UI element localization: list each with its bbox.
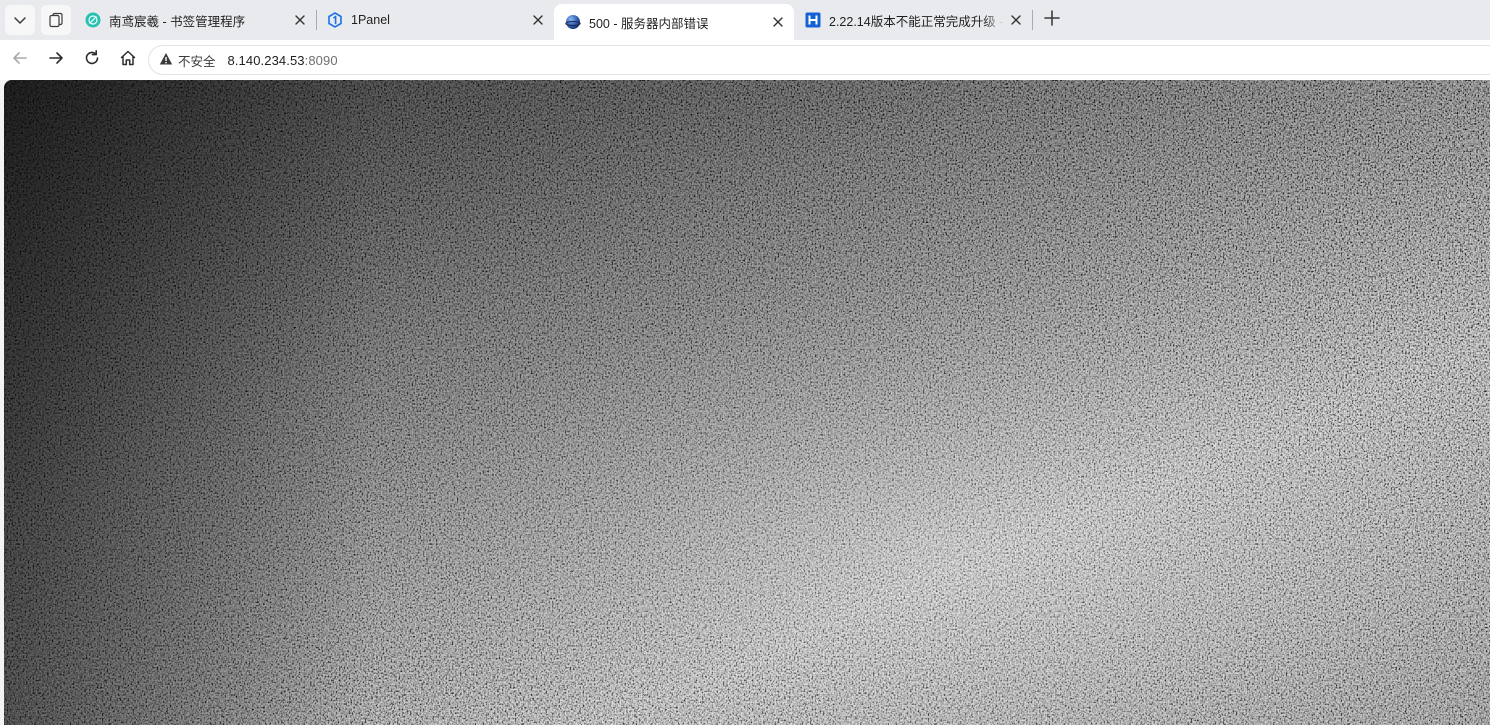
home-button[interactable]: [114, 46, 142, 74]
security-label: 不安全: [178, 54, 216, 69]
tab-1panel[interactable]: 1Panel: [316, 4, 554, 36]
plus-icon: [1043, 9, 1061, 32]
back-button[interactable]: [6, 46, 34, 74]
chevron-down-icon: [12, 12, 28, 28]
security-indicator[interactable]: 不安全: [159, 49, 216, 71]
tab-title: 500 - 服务器内部错误: [589, 16, 709, 31]
url-text[interactable]: 8.140.234.53:8090: [228, 53, 338, 68]
tab-server-error[interactable]: 500 - 服务器内部错误: [554, 4, 794, 40]
workspaces-button[interactable]: [41, 5, 71, 35]
tab-separator: [1032, 10, 1033, 30]
tab-halo-upgrade[interactable]: 2.22.14版本不能正常完成升级 - Halo: [794, 4, 1032, 36]
url-port: :8090: [304, 52, 338, 68]
warning-icon: [159, 52, 178, 69]
noise-background: [4, 80, 1490, 725]
new-tab-button[interactable]: [1038, 6, 1066, 34]
forward-button[interactable]: [42, 46, 70, 74]
page-content: [0, 80, 1490, 725]
teal-globe-icon: [85, 12, 101, 28]
url-host: 8.140.234.53: [227, 52, 305, 68]
tab-bookmark-manager[interactable]: 南鸢宸羲 - 书签管理程序: [74, 4, 316, 36]
close-icon[interactable]: [530, 12, 546, 28]
arrow-right-icon: [47, 49, 65, 72]
tab-search-button[interactable]: [5, 5, 35, 35]
tab-title: 1Panel: [351, 13, 390, 27]
tab-title: 2.22.14版本不能正常完成升级 - Halo: [829, 14, 1004, 29]
address-bar[interactable]: 不安全 8.140.234.53:8090: [148, 45, 1490, 75]
halo-h-icon: [805, 12, 821, 28]
arrow-left-icon: [11, 49, 29, 72]
close-icon[interactable]: [1008, 12, 1024, 28]
1panel-hex-icon: [327, 12, 343, 28]
reload-icon: [83, 49, 101, 72]
reload-button[interactable]: [78, 46, 106, 74]
browser-toolbar: 不安全 8.140.234.53:8090: [0, 40, 1490, 80]
close-icon[interactable]: [292, 12, 308, 28]
home-icon: [119, 49, 137, 72]
globe-icon: [565, 14, 581, 30]
tab-strip: 南鸢宸羲 - 书签管理程序 1Panel 500 - 服务器内部错误 2.22.…: [0, 0, 1490, 40]
tab-title: 南鸢宸羲 - 书签管理程序: [109, 14, 246, 29]
close-icon[interactable]: [770, 14, 786, 30]
workspaces-icon: [47, 11, 65, 29]
